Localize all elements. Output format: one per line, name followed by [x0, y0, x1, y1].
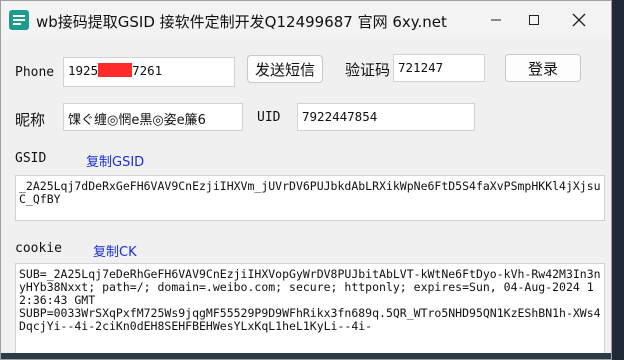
- login-button[interactable]: 登录: [505, 54, 581, 82]
- phone-label: Phone: [15, 65, 55, 80]
- close-icon: [572, 13, 586, 27]
- gsid-label: GSID: [15, 151, 47, 166]
- code-input[interactable]: 721247: [393, 54, 485, 82]
- nickname-label: 昵称: [15, 111, 46, 129]
- nickname-input[interactable]: 馃ぐ缠◎惘e黒◎姿e簾6: [63, 103, 243, 131]
- copy-gsid-link[interactable]: 复制GSID: [86, 151, 144, 170]
- window-title: wb接码提取GSID 接软件定制开发Q12499687 官网 6xy.net: [36, 13, 447, 31]
- redaction-mark: [98, 63, 133, 77]
- app-icon: [9, 10, 29, 30]
- gsid-textarea[interactable]: _2A25Lqj7dDeRxGeFH6VAV9CnEzjiIHXVm_jUVrD…: [15, 175, 605, 221]
- minimize-icon: [491, 19, 501, 21]
- phone-prefix: 1925: [68, 63, 99, 78]
- phone-suffix: 7261: [132, 63, 163, 78]
- cookie-label: cookie: [15, 241, 62, 256]
- send-sms-button[interactable]: 发送短信: [247, 55, 323, 83]
- uid-input[interactable]: 7922447854: [297, 103, 475, 131]
- uid-label: UID: [257, 110, 281, 125]
- code-label: 验证码: [345, 61, 391, 79]
- window-bottom-edge: [1, 353, 611, 359]
- app-window: wb接码提取GSID 接软件定制开发Q12499687 官网 6xy.net P…: [0, 0, 612, 360]
- title-bar[interactable]: wb接码提取GSID 接软件定制开发Q12499687 官网 6xy.net: [1, 1, 611, 39]
- copy-ck-link[interactable]: 复制CK: [93, 241, 137, 260]
- maximize-button[interactable]: [511, 1, 557, 39]
- phone-input[interactable]: 1925 7261: [63, 57, 235, 87]
- cookie-textarea[interactable]: SUB=_2A25Lqj7eDeRhGeFH6VAV9CnEzjiIHXVopG…: [15, 263, 605, 355]
- maximize-icon: [529, 15, 539, 25]
- close-button[interactable]: [556, 1, 602, 39]
